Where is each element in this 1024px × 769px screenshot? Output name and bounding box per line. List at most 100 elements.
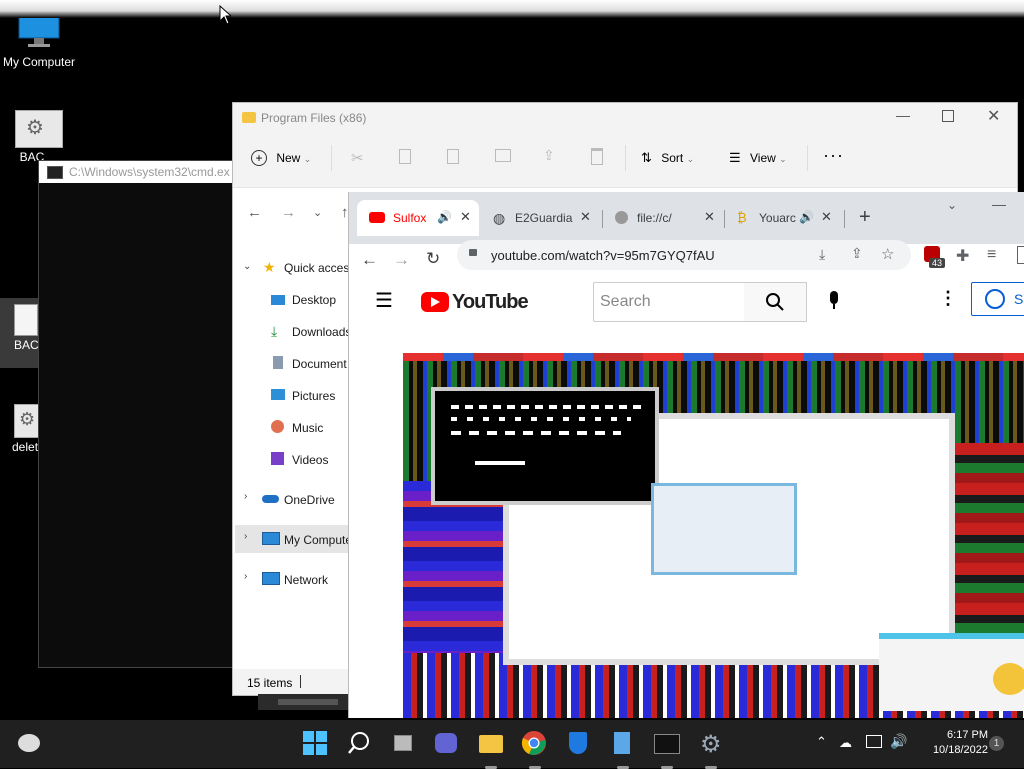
cut-icon[interactable]: ✂ bbox=[351, 149, 364, 167]
close-button[interactable]: ✕ bbox=[987, 106, 1000, 126]
video-player[interactable] bbox=[403, 353, 1024, 718]
url-text[interactable]: youtube.com/watch?v=95m7GYQ7fAU bbox=[491, 248, 715, 263]
desktop-icon-bac-file[interactable]: BAC bbox=[0, 304, 40, 352]
microphone-icon bbox=[830, 291, 838, 304]
youtube-favicon-icon bbox=[369, 212, 385, 223]
text-file-icon bbox=[14, 304, 38, 336]
chrome-tab-youarc[interactable]: ₿ Youarc 🔊 ✕ bbox=[729, 200, 843, 236]
audio-playing-icon[interactable]: 🔊 bbox=[799, 210, 814, 224]
more-options-icon[interactable]: ··· bbox=[823, 145, 844, 166]
youtube-search-input[interactable]: Search bbox=[593, 282, 745, 322]
omnibox[interactable]: youtube.com/watch?v=95m7GYQ7fAU ⤓ ⇪ ☆ bbox=[457, 240, 911, 270]
voice-search-button[interactable] bbox=[819, 285, 851, 317]
weather-widget-icon[interactable] bbox=[18, 734, 40, 752]
expand-chevron-icon[interactable]: › bbox=[244, 491, 247, 502]
desktop-icon-my-computer[interactable]: My Computer bbox=[0, 10, 78, 69]
tab-close-icon[interactable]: ✕ bbox=[821, 209, 832, 225]
paste-icon[interactable] bbox=[447, 149, 459, 164]
security-taskbar-button[interactable] bbox=[565, 730, 593, 758]
new-tab-button[interactable]: + bbox=[859, 206, 871, 229]
expand-chevron-icon[interactable]: › bbox=[244, 531, 247, 542]
volume-icon[interactable]: 🔊 bbox=[890, 733, 907, 750]
back-arrow-icon[interactable]: ← bbox=[247, 204, 262, 221]
desktop-icon-bac-settings[interactable]: ⚙ BAC bbox=[0, 110, 78, 164]
chrome-tab-sulfox[interactable]: Sulfox 🔊 ✕ bbox=[357, 200, 479, 236]
view-button[interactable]: ☰ View ⌄ bbox=[729, 150, 787, 166]
chrome-taskbar-button[interactable] bbox=[521, 730, 549, 769]
explorer-titlebar[interactable]: Program Files (x86) — ✕ bbox=[233, 103, 1017, 133]
teams-icon bbox=[435, 733, 457, 753]
cloud-icon bbox=[262, 495, 279, 503]
start-button[interactable] bbox=[302, 730, 330, 758]
extensions-puzzle-icon[interactable]: ✚ bbox=[956, 246, 969, 266]
forward-arrow-icon[interactable]: → bbox=[281, 204, 296, 221]
share-icon[interactable]: ⇪ bbox=[851, 245, 863, 262]
network-tray-icon[interactable] bbox=[866, 735, 882, 748]
expand-chevron-icon[interactable]: ⌄ bbox=[243, 261, 251, 272]
forward-arrow-icon[interactable]: → bbox=[393, 250, 410, 270]
minimize-button[interactable]: — bbox=[896, 107, 910, 123]
nav-documents[interactable]: Document bbox=[292, 357, 347, 371]
settings-taskbar-button[interactable]: ⚙ bbox=[697, 730, 725, 769]
nav-music[interactable]: Music bbox=[292, 421, 323, 435]
share-icon[interactable]: ⇪ bbox=[543, 147, 555, 164]
task-view-button[interactable] bbox=[390, 730, 418, 758]
side-panel-icon[interactable] bbox=[1017, 246, 1024, 264]
expand-chevron-icon[interactable]: › bbox=[244, 571, 247, 582]
chrome-tab-e2guardian[interactable]: ◍ E2Guardia ✕ bbox=[485, 200, 599, 236]
shield-icon bbox=[569, 732, 587, 754]
horizontal-scrollbar[interactable] bbox=[258, 694, 350, 710]
desktop-icon-label: BAC bbox=[14, 338, 39, 352]
media-control-icon[interactable]: ≡ bbox=[987, 246, 996, 264]
minimize-button[interactable]: — bbox=[992, 196, 1006, 212]
nav-my-computer[interactable]: My Compute bbox=[284, 533, 352, 547]
tab-close-icon[interactable]: ✕ bbox=[580, 209, 591, 225]
tab-close-icon[interactable]: ✕ bbox=[704, 209, 715, 225]
tab-close-icon[interactable]: ✕ bbox=[460, 209, 471, 225]
tab-search-chevron-icon[interactable]: ⌄ bbox=[947, 198, 957, 212]
copy-icon[interactable] bbox=[399, 149, 411, 164]
nav-pictures[interactable]: Pictures bbox=[292, 389, 335, 403]
new-button[interactable]: + New ⌄ bbox=[251, 150, 311, 166]
nav-onedrive[interactable]: OneDrive bbox=[284, 493, 335, 507]
taskbar: ⚙ ⌃ ☁ 🔊 6:17 PM 10/18/2022 1 bbox=[0, 720, 1024, 769]
nav-desktop[interactable]: Desktop bbox=[292, 293, 336, 307]
delete-icon[interactable] bbox=[591, 148, 603, 165]
nav-quick-access[interactable]: Quick access bbox=[284, 261, 355, 275]
youtube-search-button[interactable] bbox=[744, 282, 807, 322]
network-icon bbox=[262, 572, 280, 585]
explorer-command-bar: + New ⌄ ✂ ⇪ ⇅ Sort ⌄ ☰ View ⌄ ··· bbox=[233, 133, 1017, 188]
rename-icon[interactable] bbox=[495, 149, 511, 162]
notification-badge[interactable]: 1 bbox=[989, 736, 1004, 751]
onedrive-tray-icon[interactable]: ☁ bbox=[839, 735, 852, 751]
maximize-button[interactable] bbox=[942, 110, 954, 122]
sort-button[interactable]: ⇅ Sort ⌄ bbox=[641, 150, 694, 166]
more-vert-icon[interactable]: ⋮ bbox=[939, 288, 957, 309]
taskbar-search-button[interactable] bbox=[346, 730, 374, 758]
back-arrow-icon[interactable]: ← bbox=[361, 250, 378, 270]
sign-in-label: S bbox=[1014, 291, 1024, 307]
clock[interactable]: 6:17 PM 10/18/2022 bbox=[916, 728, 988, 760]
scrollbar-thumb[interactable] bbox=[278, 699, 338, 705]
chrome-tab-file[interactable]: file://c/ ✕ bbox=[607, 200, 721, 236]
sign-in-button[interactable]: S bbox=[971, 282, 1024, 316]
notepad-icon bbox=[614, 732, 630, 754]
reload-icon[interactable]: ↻ bbox=[426, 249, 440, 269]
teams-chat-button[interactable] bbox=[433, 730, 461, 758]
chrome-window[interactable]: Sulfox 🔊 ✕ ◍ E2Guardia ✕ file://c/ ✕ ₿ Y… bbox=[348, 192, 1024, 718]
recent-chevron-icon[interactable]: ⌄ bbox=[313, 206, 322, 219]
audio-playing-icon[interactable]: 🔊 bbox=[437, 210, 452, 224]
hamburger-menu-icon[interactable]: ☰ bbox=[375, 288, 393, 313]
file-explorer-taskbar-button[interactable] bbox=[477, 730, 505, 769]
notepad-taskbar-button[interactable] bbox=[609, 730, 637, 769]
tray-overflow-chevron-icon[interactable]: ⌃ bbox=[816, 734, 827, 750]
install-app-icon[interactable]: ⤓ bbox=[819, 246, 825, 263]
nav-videos[interactable]: Videos bbox=[292, 453, 328, 467]
cmd-window[interactable]: C:\Windows\system32\cmd.ex bbox=[38, 160, 240, 668]
desktop-icon-delete[interactable]: ⚙ delet bbox=[0, 404, 42, 454]
bookmark-star-icon[interactable]: ☆ bbox=[881, 245, 894, 263]
cmd-titlebar[interactable]: C:\Windows\system32\cmd.ex bbox=[39, 161, 239, 183]
terminal-taskbar-button[interactable] bbox=[653, 730, 681, 769]
nav-network[interactable]: Network bbox=[284, 573, 328, 587]
nav-downloads[interactable]: Downloads bbox=[292, 325, 351, 339]
